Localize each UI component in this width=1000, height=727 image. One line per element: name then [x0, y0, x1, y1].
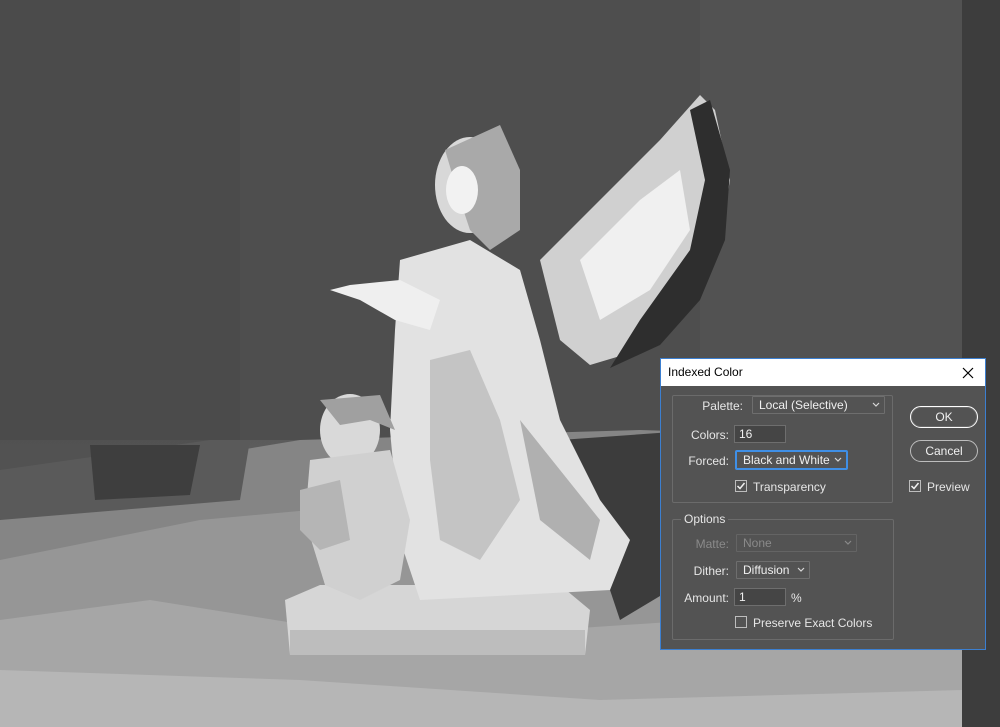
- transparency-label: Transparency: [753, 480, 826, 494]
- palette-value: Local (Selective): [759, 398, 848, 412]
- amount-input[interactable]: 1: [734, 588, 786, 606]
- preserve-exact-colors-checkbox[interactable]: [735, 616, 747, 628]
- checkmark-icon: [910, 482, 920, 490]
- matte-value: None: [743, 536, 772, 550]
- chevron-down-icon: [872, 402, 880, 407]
- amount-label: Amount:: [684, 591, 729, 605]
- checkmark-icon: [736, 482, 746, 490]
- forced-label: Forced:: [688, 454, 729, 468]
- matte-label: Matte:: [695, 537, 729, 551]
- preserve-exact-colors-label: Preserve Exact Colors: [753, 616, 873, 630]
- dither-value: Diffusion: [743, 563, 790, 577]
- colors-label: Colors:: [690, 428, 729, 442]
- chevron-down-icon: [797, 567, 805, 572]
- chevron-down-icon: [844, 540, 852, 545]
- forced-select[interactable]: Black and White: [736, 451, 847, 469]
- forced-value: Black and White: [743, 453, 830, 467]
- dither-label: Dither:: [693, 564, 729, 578]
- transparency-checkbox[interactable]: [735, 480, 747, 492]
- amount-value: 1: [739, 590, 746, 604]
- preview-label: Preview: [927, 480, 970, 494]
- palette-select[interactable]: Local (Selective): [752, 396, 885, 414]
- amount-unit: %: [791, 591, 802, 605]
- ok-button[interactable]: OK: [910, 406, 978, 428]
- indexed-color-dialog: Indexed Color Palette: Local (Selective)…: [660, 358, 986, 650]
- preview-checkbox[interactable]: [909, 480, 921, 492]
- dither-select[interactable]: Diffusion: [736, 561, 810, 579]
- dialog-title: Indexed Color: [668, 365, 743, 379]
- colors-value: 16: [739, 427, 753, 441]
- colors-input[interactable]: 16: [734, 425, 786, 443]
- close-button[interactable]: [951, 359, 985, 386]
- palette-label: Palette:: [702, 399, 743, 413]
- chevron-down-icon: [834, 457, 842, 462]
- options-title: Options: [681, 512, 729, 526]
- cancel-button[interactable]: Cancel: [910, 440, 978, 462]
- matte-select[interactable]: None: [736, 534, 857, 552]
- close-icon: [962, 367, 974, 378]
- dialog-titlebar[interactable]: Indexed Color: [661, 359, 985, 386]
